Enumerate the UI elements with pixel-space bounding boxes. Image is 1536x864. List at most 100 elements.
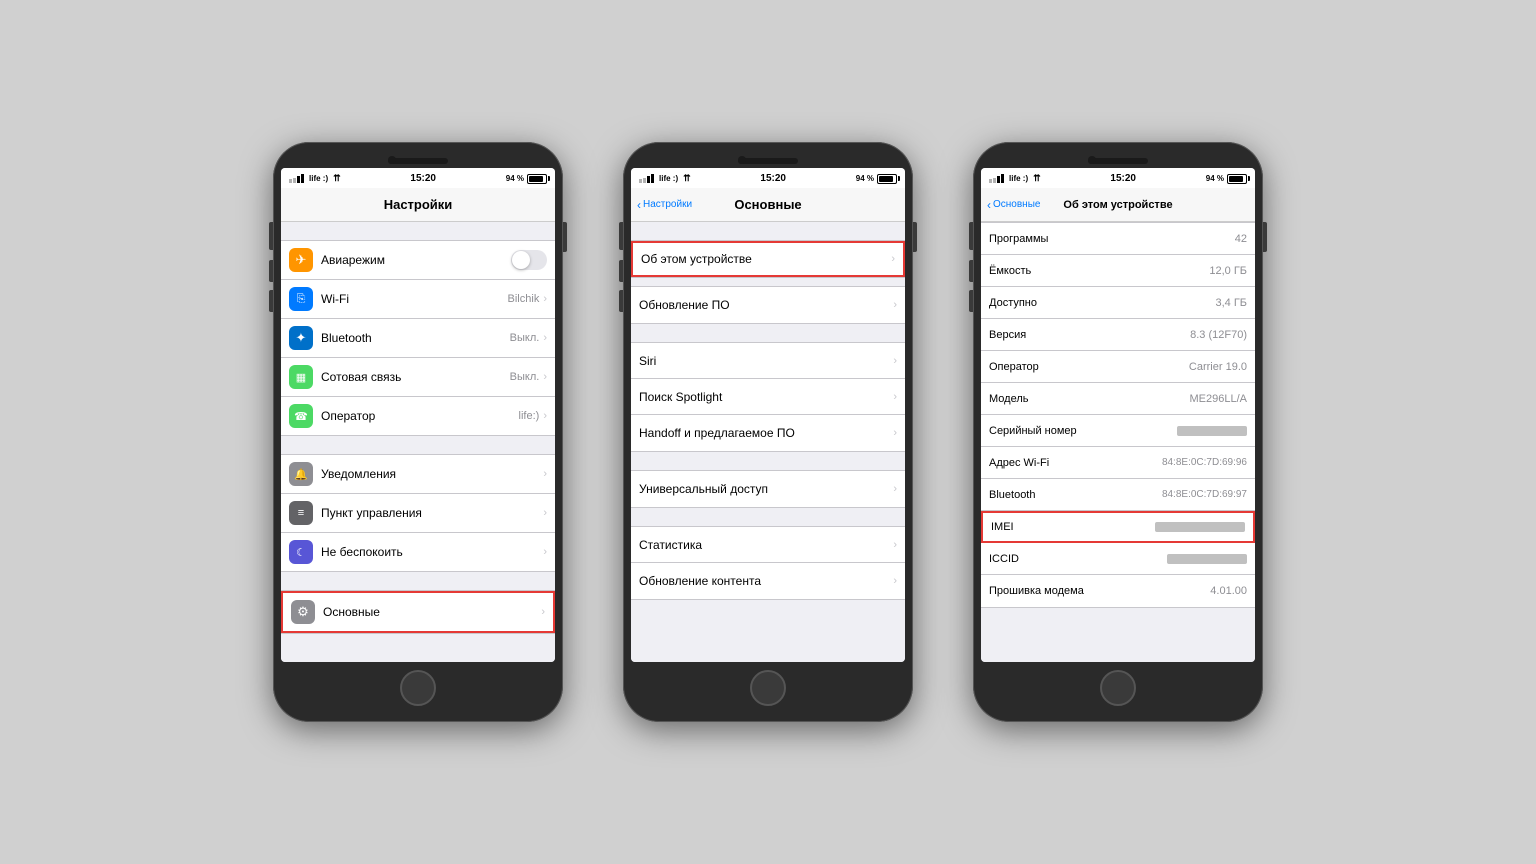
volume-down-button-2[interactable] <box>619 290 623 312</box>
wifi-icon-2: ⇈ <box>683 173 691 184</box>
airplane-toggle[interactable] <box>511 250 547 270</box>
list-item-update[interactable]: Обновление ПО › <box>631 287 905 323</box>
about-group: Программы 42 Ёмкость 12,0 ГБ Доступно 3,… <box>981 222 1255 608</box>
power-button[interactable] <box>563 222 567 252</box>
screen-2: life :) ⇈ 15:20 94 % ‹ Настройки Основны… <box>631 168 905 662</box>
about-content: Программы 42 Ёмкость 12,0 ГБ Доступно 3,… <box>981 222 1255 662</box>
about-row-iccid: ICCID <box>981 543 1255 575</box>
list-item-accessibility[interactable]: Универсальный доступ › <box>631 471 905 507</box>
mute-button-3[interactable] <box>969 222 973 250</box>
about-row-imei: IMEI <box>981 511 1255 543</box>
stats-chevron: › <box>893 539 897 551</box>
control-center-label: Пункт управления <box>321 506 543 520</box>
control-center-icon: ≡ <box>289 501 313 525</box>
dnd-label: Не беспокоить <box>321 545 543 559</box>
home-button-2[interactable] <box>750 670 786 706</box>
power-button-3[interactable] <box>1263 222 1267 252</box>
list-item-spotlight[interactable]: Поиск Spotlight › <box>631 379 905 415</box>
nav-back-3[interactable]: ‹ Основные <box>987 198 1040 212</box>
list-item-dnd[interactable]: ☾ Не беспокоить › <box>281 533 555 571</box>
about-row-bt-addr: Bluetooth 84:8E:0C:7D:69:97 <box>981 479 1255 511</box>
list-item-about[interactable]: Об этом устройстве › <box>631 241 905 277</box>
operator-value: Carrier 19.0 <box>1189 361 1247 373</box>
list-item-handoff[interactable]: Handoff и предлагаемое ПО › <box>631 415 905 451</box>
list-item-general[interactable]: ⚙ Основные › <box>281 591 555 633</box>
serial-value <box>1177 426 1247 436</box>
volume-up-button-2[interactable] <box>619 260 623 282</box>
capacity-value: 12,0 ГБ <box>1209 265 1247 277</box>
nav-title-3: Об этом устройстве <box>1063 199 1172 211</box>
screen-3: life :) ⇈ 15:20 94 % ‹ Основные Об этом … <box>981 168 1255 662</box>
home-button-1[interactable] <box>400 670 436 706</box>
list-item-cellular[interactable]: ▦ Сотовая связь Выкл. › <box>281 358 555 397</box>
status-bar-1: life :) ⇈ 15:20 94 % <box>281 168 555 188</box>
about-row-operator: Оператор Carrier 19.0 <box>981 351 1255 383</box>
list-item-stats[interactable]: Статистика › <box>631 527 905 563</box>
bluetooth-icon: ✦ <box>289 326 313 350</box>
bt-addr-label: Bluetooth <box>989 489 1162 501</box>
version-value: 8.3 (12F70) <box>1190 329 1247 341</box>
imei-label: IMEI <box>991 521 1155 533</box>
model-label: Модель <box>989 393 1190 405</box>
iccid-label: ICCID <box>989 553 1167 565</box>
screen-1: life :) ⇈ 15:20 94 % Настройки ✈ <box>281 168 555 662</box>
list-item-content-update[interactable]: Обновление контента › <box>631 563 905 599</box>
spotlight-label: Поиск Spotlight <box>639 390 893 404</box>
battery-icon <box>527 174 547 184</box>
mute-button-2[interactable] <box>619 222 623 250</box>
volume-up-button[interactable] <box>269 260 273 282</box>
volume-up-button-3[interactable] <box>969 260 973 282</box>
carrier-settings-value: life:) <box>519 410 540 422</box>
settings-section-3: ⚙ Основные › <box>281 590 555 634</box>
list-item-notifications[interactable]: 🔔 Уведомления › <box>281 455 555 494</box>
about-row-capacity: Ёмкость 12,0 ГБ <box>981 255 1255 287</box>
mute-button[interactable] <box>269 222 273 250</box>
modem-value: 4.01.00 <box>1210 585 1247 597</box>
carrier-label-2: life :) <box>659 174 678 183</box>
general-chevron: › <box>541 606 545 618</box>
volume-down-button[interactable] <box>269 290 273 312</box>
model-value: ME296LL/A <box>1190 393 1247 405</box>
home-button-3[interactable] <box>1100 670 1136 706</box>
about-list: Программы 42 Ёмкость 12,0 ГБ Доступно 3,… <box>981 222 1255 608</box>
about-row-modem: Прошивка модема 4.01.00 <box>981 575 1255 607</box>
wifi-addr-label: Адрес Wi-Fi <box>989 457 1162 469</box>
nav-back-2[interactable]: ‹ Настройки <box>637 198 692 212</box>
signal-bars <box>289 174 304 183</box>
general-content: Об этом устройстве › Обновление ПО › Sir… <box>631 222 905 662</box>
list-item-carrier[interactable]: ☎ Оператор life:) › <box>281 397 555 435</box>
update-label: Обновление ПО <box>639 298 893 312</box>
phone-2: life :) ⇈ 15:20 94 % ‹ Настройки Основны… <box>623 142 913 722</box>
available-label: Доступно <box>989 297 1215 309</box>
nav-bar-2: ‹ Настройки Основные <box>631 188 905 222</box>
notifications-chevron: › <box>543 468 547 480</box>
bluetooth-chevron: › <box>543 332 547 344</box>
carrier-settings-icon: ☎ <box>289 404 313 428</box>
stats-label: Статистика <box>639 538 893 552</box>
version-label: Версия <box>989 329 1190 341</box>
phone-1: life :) ⇈ 15:20 94 % Настройки ✈ <box>273 142 563 722</box>
status-bar-2: life :) ⇈ 15:20 94 % <box>631 168 905 188</box>
signal-bars-2 <box>639 174 654 183</box>
notifications-icon: 🔔 <box>289 462 313 486</box>
front-camera <box>388 156 396 164</box>
front-camera-3 <box>1088 156 1096 164</box>
wifi-icon-3: ⇈ <box>1033 173 1041 184</box>
list-item-airplane[interactable]: ✈ Авиарежим <box>281 241 555 280</box>
wifi-chevron: › <box>543 293 547 305</box>
status-bar-3: life :) ⇈ 15:20 94 % <box>981 168 1255 188</box>
power-button-2[interactable] <box>913 222 917 252</box>
list-item-siri[interactable]: Siri › <box>631 343 905 379</box>
list-item-control-center[interactable]: ≡ Пункт управления › <box>281 494 555 533</box>
available-value: 3,4 ГБ <box>1215 297 1247 309</box>
wifi-settings-icon: ⎘ <box>289 287 313 311</box>
list-item-wifi[interactable]: ⎘ Wi-Fi Bilchik › <box>281 280 555 319</box>
list-item-bluetooth[interactable]: ✦ Bluetooth Выкл. › <box>281 319 555 358</box>
settings-content-1: ✈ Авиарежим ⎘ Wi-Fi Bilchik › ✦ <box>281 222 555 662</box>
battery-pct-label-2: 94 % <box>856 174 874 183</box>
nav-back-label-3: Основные <box>993 199 1040 210</box>
settings-section-1: ✈ Авиарежим ⎘ Wi-Fi Bilchik › ✦ <box>281 240 555 436</box>
about-row-model: Модель ME296LL/A <box>981 383 1255 415</box>
bt-addr-value: 84:8E:0C:7D:69:97 <box>1162 489 1247 500</box>
volume-down-button-3[interactable] <box>969 290 973 312</box>
